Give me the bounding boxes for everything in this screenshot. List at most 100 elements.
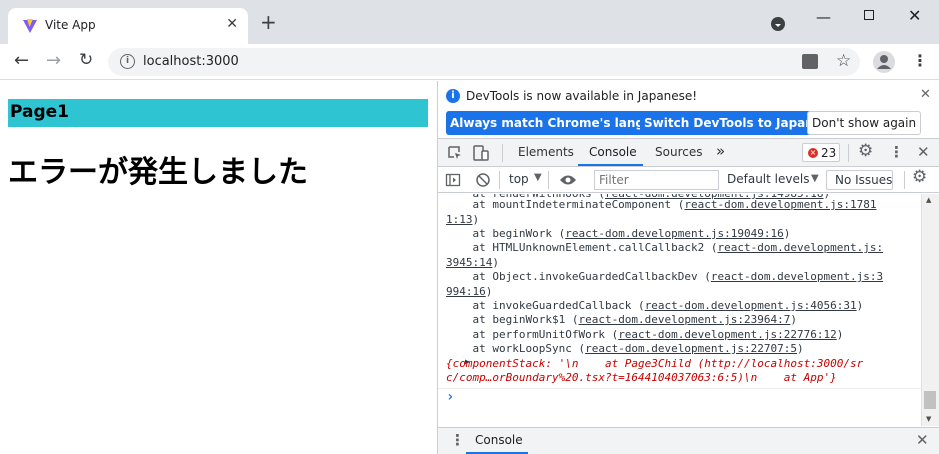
stack-trace-line: at mountIndeterminateComponent (react-do…	[446, 198, 876, 212]
issues-button[interactable]: No Issues	[826, 170, 893, 190]
source-link[interactable]: react-dom.development.js:19049:16	[565, 227, 784, 240]
settings-gear-icon[interactable]: ⚙	[858, 141, 873, 161]
console-prompt-icon[interactable]: ›	[446, 389, 454, 405]
stack-frame-text: at beginWork$1 (	[446, 313, 579, 326]
devtools-tabbar: Elements Console Sources » × 23 ⚙ ⋮ ✕	[438, 139, 939, 167]
stack-frame-suffix: )	[856, 299, 864, 312]
bookmark-star-icon[interactable]: ☆	[836, 51, 851, 71]
device-toolbar-icon[interactable]	[472, 144, 490, 162]
tab-search-icon[interactable]	[771, 17, 785, 31]
scroll-up-arrow[interactable]: ▲	[926, 196, 931, 204]
filter-placeholder: Filter	[599, 173, 629, 187]
infobar-message: DevTools is now available in Japanese!	[466, 89, 698, 103]
dont-show-again-button[interactable]: Don't show again	[807, 111, 922, 135]
address-bar[interactable]: i localhost:3000 ☆	[108, 48, 860, 76]
console-divider	[438, 388, 921, 389]
error-message: エラーが発生しました	[8, 155, 308, 190]
log-levels-dropdown[interactable]: Default levels	[727, 172, 809, 186]
source-link[interactable]: 1:13	[446, 213, 473, 226]
new-tab-button[interactable]: +	[260, 12, 277, 32]
console-output[interactable]: at renderWithHooks (react-dom.developmen…	[438, 194, 921, 426]
component-stack-line2: c/comp…orBoundary%20.tsx?t=1644104037063…	[446, 371, 837, 384]
console-settings-icon[interactable]: ⚙	[912, 167, 927, 187]
maximize-button[interactable]	[864, 10, 874, 20]
tab-sources[interactable]: Sources	[655, 145, 702, 159]
toolbar-divider	[848, 144, 849, 162]
sidebar-toggle-icon[interactable]	[445, 172, 461, 188]
stack-frame-text: at workLoopSync (	[446, 342, 586, 355]
stack-frame-text: at HTMLUnknownElement.callCallback2 (	[446, 241, 718, 254]
window-close-button[interactable]: ✕	[908, 6, 921, 25]
browser-tab[interactable]: Vite App ✕	[8, 8, 248, 44]
translate-icon[interactable]	[802, 54, 818, 69]
live-expression-eye-icon[interactable]	[559, 173, 577, 187]
vite-logo-icon	[23, 19, 37, 33]
filter-input[interactable]: Filter	[594, 170, 719, 190]
stack-frame-text: at mountIndeterminateComponent (	[446, 198, 685, 211]
tab-elements[interactable]: Elements	[518, 145, 574, 159]
toolbar-divider	[548, 171, 549, 189]
more-tabs-icon[interactable]: »	[716, 142, 725, 160]
stack-frame-suffix: )	[790, 313, 797, 326]
devtools-close-icon[interactable]: ✕	[917, 143, 930, 161]
browser-menu-icon[interactable]: ⋮	[912, 51, 928, 70]
error-count: 23	[821, 146, 837, 160]
inspect-element-icon[interactable]	[447, 145, 463, 161]
tab-close-icon[interactable]: ✕	[226, 16, 238, 32]
stack-trace-line: at workLoopSync (react-dom.development.j…	[446, 342, 804, 356]
stack-trace-line: at performUnitOfWork (react-dom.developm…	[446, 328, 843, 342]
active-tab-indicator	[578, 164, 643, 166]
minimize-button[interactable]: —	[816, 8, 831, 26]
scroll-down-arrow[interactable]: ▼	[926, 415, 931, 423]
console-toolbar: top ▼ Filter Default levels ▼ No Issues …	[438, 167, 939, 193]
stack-trace-line: at invokeGuardedCallback (react-dom.deve…	[446, 299, 863, 313]
source-link[interactable]: 3945:14	[446, 256, 492, 269]
toolbar-divider	[499, 171, 500, 189]
tab-title: Vite App	[45, 18, 96, 32]
scrollbar-thumb[interactable]	[924, 391, 936, 409]
source-link[interactable]: react-dom.development.js:4056:31	[645, 299, 857, 312]
toolbar-divider	[502, 144, 503, 162]
tab-console[interactable]: Console	[589, 145, 637, 159]
stack-trace-line: at beginWork$1 (react-dom.development.js…	[446, 313, 797, 327]
devtools-drawer: ⋮ Console ✕	[438, 427, 939, 454]
profile-avatar[interactable]	[873, 51, 895, 73]
info-icon: i	[446, 89, 460, 103]
drawer-menu-icon[interactable]: ⋮	[450, 431, 465, 449]
stack-frame-suffix: )	[783, 227, 791, 240]
stack-frame-text: at invokeGuardedCallback (	[446, 299, 645, 312]
source-link[interactable]: react-dom.development.js:3	[711, 270, 883, 283]
clear-console-icon[interactable]	[475, 172, 491, 188]
context-selector[interactable]: top	[509, 172, 529, 186]
source-link[interactable]: react-dom.development.js:1781	[684, 198, 876, 211]
devtools-infobar: i DevTools is now available in Japanese!…	[438, 81, 939, 139]
error-count-badge[interactable]: × 23	[802, 143, 840, 162]
page-viewport	[0, 81, 437, 454]
stack-frame-suffix: )	[485, 285, 493, 298]
infobar-close-icon[interactable]: ✕	[920, 87, 931, 102]
stack-trace-line: 994:16)	[446, 285, 492, 299]
source-link[interactable]: react-dom.development.js:22707:5	[585, 342, 797, 355]
page-heading: Page1	[8, 99, 428, 127]
stack-trace-line: 3945:14)	[446, 256, 499, 270]
source-link[interactable]: react-dom.development.js:22776:12	[618, 328, 837, 341]
drawer-close-icon[interactable]: ✕	[916, 431, 929, 449]
stack-trace-line: 1:13)	[446, 213, 479, 227]
stack-frame-text: at performUnitOfWork (	[446, 328, 619, 341]
site-info-icon[interactable]: i	[120, 54, 135, 69]
source-link[interactable]: react-dom.development.js:23964:7	[578, 313, 790, 326]
chevron-down-icon: ▼	[811, 173, 819, 184]
toolbar-divider	[904, 171, 905, 189]
stack-trace-line: at beginWork (react-dom.development.js:1…	[446, 227, 790, 241]
back-button[interactable]: ←	[14, 50, 29, 71]
stack-trace-line: at Object.invokeGuardedCallbackDev (reac…	[446, 270, 883, 284]
reload-button[interactable]: ↻	[79, 50, 93, 70]
source-link[interactable]: react-dom.development.js:	[718, 241, 884, 254]
url-text: localhost:3000	[143, 54, 239, 69]
stack-frame-text: at Object.invokeGuardedCallbackDev (	[446, 270, 711, 283]
drawer-tab-console[interactable]: Console	[475, 433, 523, 447]
forward-button[interactable]: →	[46, 50, 61, 71]
devtools-menu-icon[interactable]: ⋮	[889, 143, 904, 161]
stack-frame-suffix: )	[797, 342, 804, 355]
source-link[interactable]: 994:16	[446, 285, 486, 298]
